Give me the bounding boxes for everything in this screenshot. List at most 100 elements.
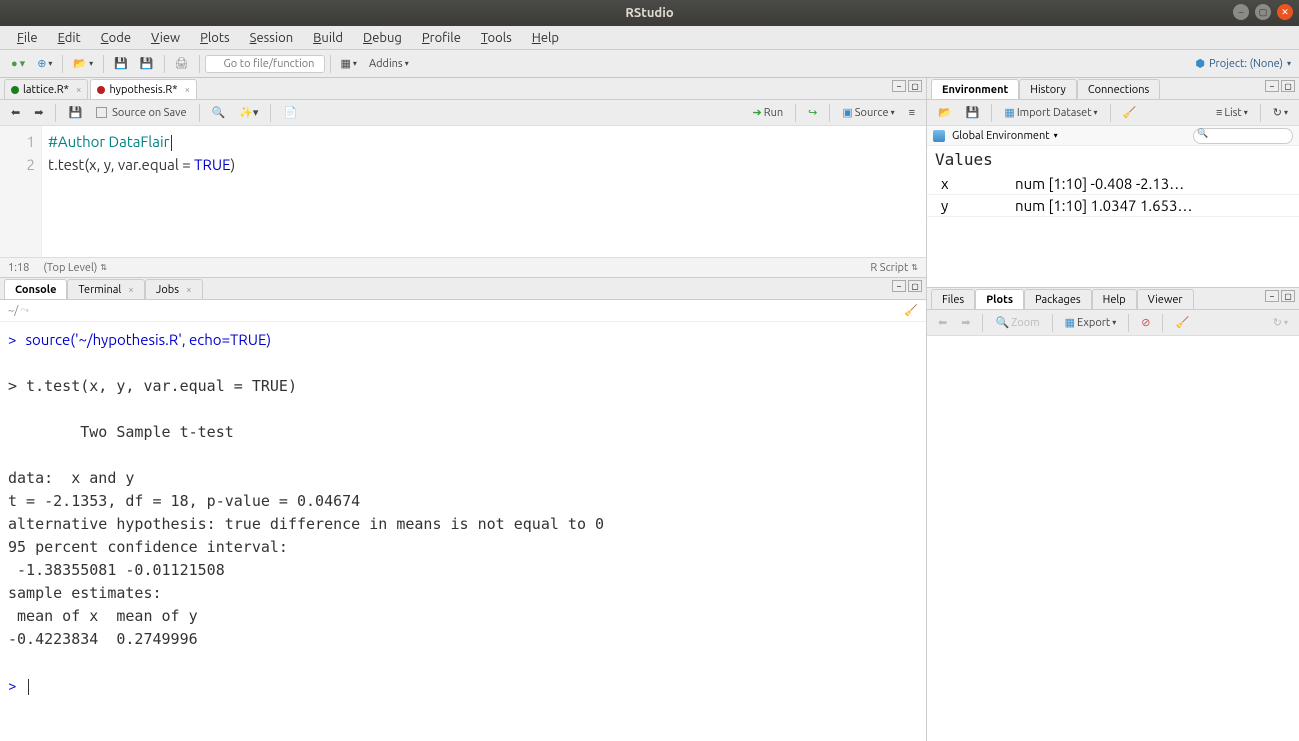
scope-label[interactable]: (Top Level): [43, 262, 97, 274]
plots-tabs: Files Plots Packages Help Viewer – ▢: [927, 288, 1299, 310]
close-tab-icon[interactable]: ×: [185, 84, 191, 95]
grid-button[interactable]: ▦▾: [336, 54, 362, 74]
next-plot-button[interactable]: ➡: [956, 313, 975, 333]
pane-minimize-icon[interactable]: –: [892, 80, 906, 92]
find-button[interactable]: 🔍: [207, 103, 231, 123]
console-path-bar: ~/ ⤳ 🧹: [0, 300, 926, 322]
project-label: Project: (None): [1209, 58, 1283, 70]
prev-plot-button[interactable]: ⬅: [933, 313, 952, 333]
new-file-button[interactable]: ●▾: [6, 54, 30, 74]
env-row[interactable]: xnum [1:10] -0.408 -2.13…: [927, 173, 1299, 195]
var-name: y: [927, 195, 1007, 217]
refresh-button[interactable]: ↻▾: [1268, 103, 1293, 123]
goto-file-input[interactable]: [205, 55, 325, 73]
publish-button[interactable]: ↻▾: [1268, 313, 1293, 333]
toolbar-separator: [164, 55, 165, 73]
source-button[interactable]: ▣Source ▾: [837, 103, 899, 123]
list-view-button[interactable]: ≡ List ▾: [1211, 103, 1253, 123]
checkbox-icon: [96, 107, 107, 118]
save-source-button[interactable]: 💾: [63, 103, 87, 123]
console-output[interactable]: > source('~/hypothesis.R', echo=TRUE) > …: [0, 322, 926, 741]
pane-window-controls: – ▢: [1265, 80, 1295, 92]
pane-window-controls: – ▢: [892, 280, 922, 292]
addins-button[interactable]: Addins ▾: [364, 54, 414, 74]
pane-minimize-icon[interactable]: –: [892, 280, 906, 292]
menu-file[interactable]: File: [8, 30, 47, 46]
scope-label[interactable]: Global Environment: [952, 130, 1050, 142]
load-workspace-button[interactable]: 📂: [933, 103, 957, 123]
rerun-button[interactable]: ↪: [803, 103, 822, 123]
wand-button[interactable]: ✨▾: [234, 103, 263, 123]
open-file-button[interactable]: 📂▾: [68, 54, 98, 74]
tab-environment[interactable]: Environment: [931, 79, 1019, 99]
tab-plots[interactable]: Plots: [975, 289, 1024, 309]
menu-tools[interactable]: Tools: [472, 30, 521, 46]
tab-jobs[interactable]: Jobs×: [145, 279, 203, 299]
tab-history[interactable]: History: [1019, 79, 1077, 99]
menu-edit[interactable]: Edit: [49, 30, 90, 46]
menu-session[interactable]: Session: [241, 30, 302, 46]
close-tab-icon[interactable]: ×: [76, 84, 82, 95]
pane-maximize-icon[interactable]: ▢: [1281, 80, 1295, 92]
tab-files[interactable]: Files: [931, 289, 975, 309]
menu-code[interactable]: Code: [92, 30, 140, 46]
env-toolbar: 📂 💾 ▦ Import Dataset ▾ 🧹 ≡ List ▾ ↻▾: [927, 100, 1299, 126]
menu-help[interactable]: Help: [523, 30, 568, 46]
window-title: RStudio: [625, 6, 673, 20]
save-button[interactable]: 💾: [109, 54, 133, 74]
import-dataset-button[interactable]: ▦ Import Dataset ▾: [999, 103, 1102, 123]
clear-env-button[interactable]: 🧹: [1118, 103, 1142, 123]
language-label[interactable]: R Script: [870, 262, 908, 274]
editor-body[interactable]: 1 2 #Author DataFlair t.test(x, y, var.e…: [0, 126, 926, 257]
minimize-button[interactable]: –: [1233, 4, 1249, 20]
menu-view[interactable]: View: [142, 30, 189, 46]
project-indicator[interactable]: ⬢ Project: (None) ▾: [1195, 57, 1291, 70]
maximize-button[interactable]: ▢: [1255, 4, 1271, 20]
env-tabs: Environment History Connections – ▢: [927, 78, 1299, 100]
pane-minimize-icon[interactable]: –: [1265, 290, 1279, 302]
close-button[interactable]: ✕: [1277, 4, 1293, 20]
run-button[interactable]: ➔Run: [748, 103, 789, 123]
clear-plots-button[interactable]: 🧹: [1170, 313, 1194, 333]
save-workspace-button[interactable]: 💾: [961, 103, 985, 123]
env-row[interactable]: ynum [1:10] 1.0347 1.653…: [927, 195, 1299, 217]
tab-help[interactable]: Help: [1092, 289, 1137, 309]
tab-hypothesis[interactable]: hypothesis.R* ×: [90, 79, 197, 99]
outline-button[interactable]: ≡: [904, 103, 920, 123]
menu-profile[interactable]: Profile: [413, 30, 470, 46]
tab-packages[interactable]: Packages: [1024, 289, 1092, 309]
source-on-save-toggle[interactable]: Source on Save: [91, 103, 191, 123]
pane-maximize-icon[interactable]: ▢: [908, 80, 922, 92]
pane-minimize-icon[interactable]: –: [1265, 80, 1279, 92]
code-area[interactable]: #Author DataFlair t.test(x, y, var.equal…: [42, 126, 926, 257]
close-tab-icon[interactable]: ×: [128, 284, 134, 295]
code-line-1: #Author DataFlair: [48, 133, 169, 150]
back-button[interactable]: ⬅: [6, 103, 25, 123]
env-search-input[interactable]: [1193, 128, 1293, 144]
menu-debug[interactable]: Debug: [354, 30, 411, 46]
console-wd: ~/: [8, 305, 18, 317]
pane-maximize-icon[interactable]: ▢: [908, 280, 922, 292]
menu-build[interactable]: Build: [304, 30, 352, 46]
tab-terminal[interactable]: Terminal×: [67, 279, 144, 299]
broom-icon[interactable]: 🧹: [904, 304, 918, 317]
menu-plots[interactable]: Plots: [191, 30, 239, 46]
new-project-button[interactable]: ⊕▾: [32, 54, 57, 74]
tab-viewer[interactable]: Viewer: [1137, 289, 1194, 309]
zoom-button[interactable]: 🔍 Zoom: [990, 313, 1044, 333]
remove-plot-button[interactable]: ⊘: [1136, 313, 1155, 333]
report-button[interactable]: 📄: [278, 103, 302, 123]
pane-maximize-icon[interactable]: ▢: [1281, 290, 1295, 302]
pane-window-controls: – ▢: [892, 80, 922, 92]
main-toolbar: ●▾ ⊕▾ 📂▾ 💾 💾 🖨 ▦▾ Addins ▾ ⬢ Project: (N…: [0, 50, 1299, 78]
forward-button[interactable]: ➡: [29, 103, 48, 123]
save-all-button[interactable]: 💾: [135, 54, 159, 74]
print-button[interactable]: 🖨: [170, 54, 194, 74]
goto-file-wrap: [205, 55, 325, 73]
close-tab-icon[interactable]: ×: [186, 284, 192, 295]
tab-connections[interactable]: Connections: [1077, 79, 1160, 99]
export-button[interactable]: ▦ Export ▾: [1060, 313, 1122, 333]
tab-lattice[interactable]: lattice.R* ×: [4, 79, 88, 99]
tab-console[interactable]: Console: [4, 279, 67, 299]
toolbar-separator: [330, 55, 331, 73]
